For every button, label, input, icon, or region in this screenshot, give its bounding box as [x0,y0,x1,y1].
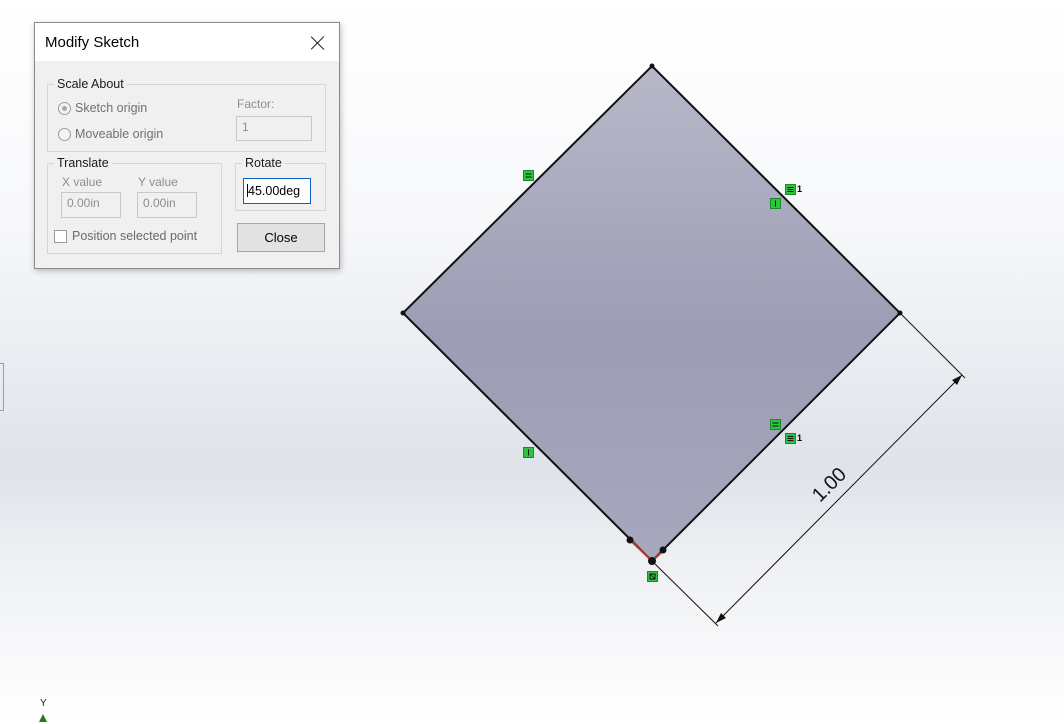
vertical-relation-icon-2[interactable] [523,447,534,458]
origin-point-2[interactable] [659,546,667,554]
y-value-label: Y value [138,175,178,189]
sketch-point-left[interactable] [400,310,406,316]
x-value-input[interactable]: 0.00in [61,192,121,218]
radio-sketch-origin[interactable]: Sketch origin [58,101,198,119]
rotate-group: Rotate 45.00deg [235,156,326,211]
scale-about-group: Scale About Sketch origin Moveable origi… [47,77,326,152]
position-selected-point-box[interactable] [54,230,67,243]
close-icon[interactable] [307,32,329,54]
rotate-value: 45.00deg [248,184,301,198]
translate-group: Translate X value 0.00in Y value 0.00in … [47,156,222,254]
horizontal-relation-icon[interactable] [523,170,534,181]
factor-label: Factor: [237,97,275,111]
axis-triad: Y [36,698,52,724]
origin-point[interactable] [626,536,634,544]
radio-moveable-origin-button[interactable] [58,128,71,141]
fix-relation-icon[interactable] [647,571,658,582]
equal-relation-icon-2[interactable] [785,433,796,444]
dimension-extension-line-2 [651,560,719,627]
scale-about-legend: Scale About [54,77,127,91]
rotate-input[interactable]: 45.00deg [243,178,311,204]
dialog-title: Modify Sketch [45,34,140,51]
horizontal-relation-icon-2[interactable] [770,419,781,430]
radio-moveable-origin-label: Moveable origin [75,127,164,141]
sketch-point-top[interactable] [649,63,655,69]
position-selected-point-label: Position selected point [72,229,198,243]
position-selected-point-checkbox[interactable]: Position selected point [54,229,214,246]
dimension-extension-line-1 [899,312,966,379]
x-value-label: X value [62,175,103,189]
translate-legend: Translate [54,156,112,170]
radio-sketch-origin-label: Sketch origin [75,101,148,115]
relation-count-2: 1 [797,433,803,443]
rotate-legend: Rotate [242,156,285,170]
y-axis-arrow-icon [39,714,47,722]
y-value-input[interactable]: 0.00in [137,192,197,218]
y-axis-label: Y [40,698,47,709]
radio-moveable-origin[interactable]: Moveable origin [58,127,198,145]
factor-input[interactable]: 1 [236,116,312,141]
vertical-relation-icon[interactable] [770,198,781,209]
close-button[interactable]: Close [237,223,325,252]
equal-relation-icon[interactable] [785,184,796,195]
relation-count: 1 [797,184,803,194]
left-panel-edge[interactable] [0,363,4,411]
dimension-value[interactable]: 1.00 [808,463,851,506]
modify-sketch-dialog: Modify Sketch Scale About Sketch origin … [34,22,340,269]
dialog-titlebar[interactable]: Modify Sketch [35,23,339,61]
radio-sketch-origin-button[interactable] [58,102,71,115]
